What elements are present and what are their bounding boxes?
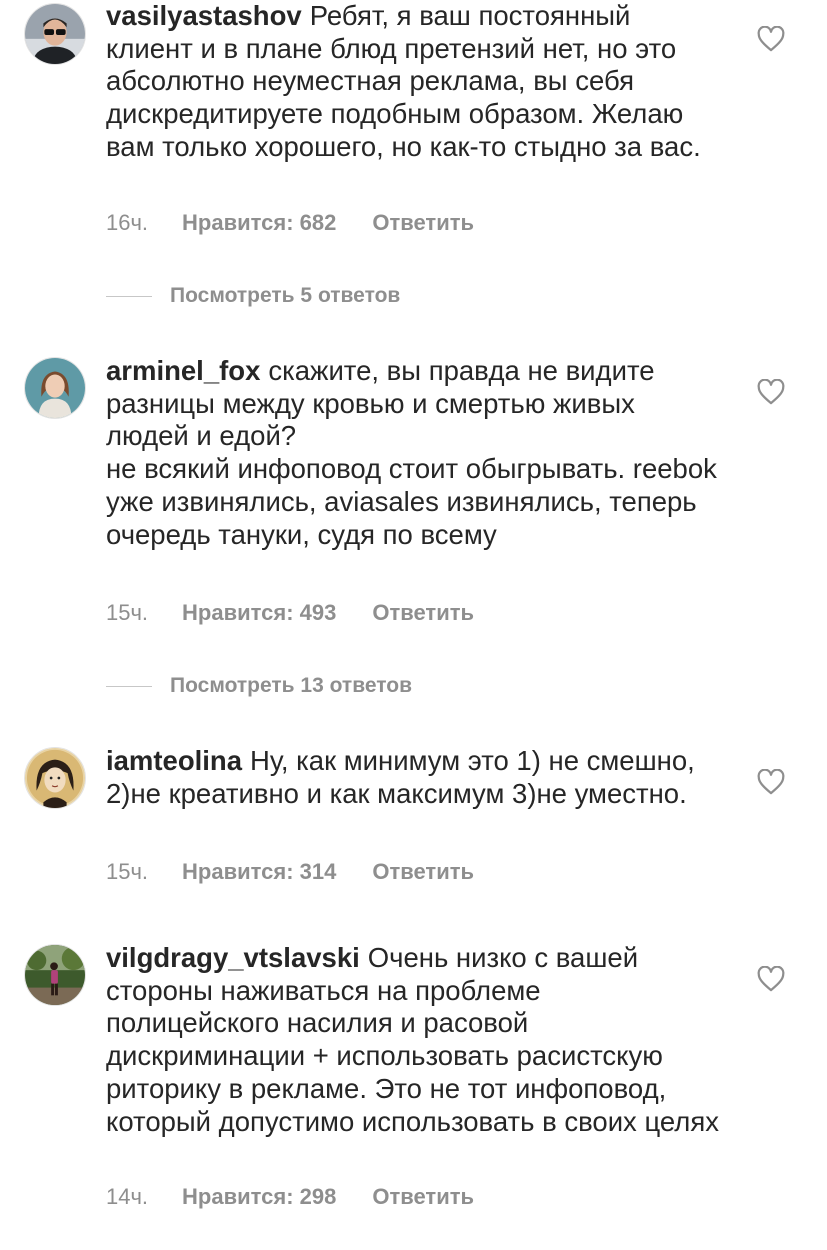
view-replies-label: Посмотреть 13 ответов [170, 674, 412, 697]
comment-likes[interactable]: Нравится: 682 [182, 210, 336, 236]
comment-time: 15ч. [106, 600, 149, 625]
view-replies-button[interactable]: Посмотреть 5 ответов [106, 284, 400, 308]
comment-body-paragraph: не всякий инфоповод стоит обыгрывать. re… [106, 453, 717, 550]
reply-button[interactable]: Ответить [372, 859, 474, 885]
comment-meta: 15ч. Нравится: 493 Ответить [106, 600, 474, 626]
outdoor-photo-avatar-icon [25, 945, 85, 1005]
comment-time: 14ч. [106, 1184, 149, 1209]
like-heart-icon[interactable] [757, 26, 785, 52]
comment-meta: 16ч. Нравится: 682 Ответить [106, 210, 474, 236]
like-heart-icon[interactable] [757, 379, 785, 405]
view-replies-button[interactable]: Посмотреть 13 ответов [106, 674, 412, 698]
reply-button[interactable]: Ответить [372, 1184, 474, 1210]
comment-text: vilgdragy_vtslavski Очень низко с вашей с… [106, 942, 721, 1138]
like-heart-icon[interactable] [757, 769, 785, 795]
comment-username[interactable]: vilgdragy_vtslavski [106, 942, 360, 973]
comment-meta: 14ч. Нравится: 298 Ответить [106, 1184, 474, 1210]
comment-likes[interactable]: Нравится: 298 [182, 1184, 336, 1210]
comment-meta: 15ч. Нравится: 314 Ответить [106, 859, 474, 885]
reply-button[interactable]: Ответить [372, 600, 474, 626]
avatar[interactable] [24, 357, 86, 419]
comment-time: 16ч. [106, 210, 149, 235]
comment-time: 15ч. [106, 859, 149, 884]
comment-text: iamteolina Ну, как минимум это 1) не смеш… [106, 745, 721, 810]
comment-username[interactable]: vasilyastashov [106, 0, 302, 31]
man-sunglasses-avatar-icon [25, 4, 85, 64]
comment-likes[interactable]: Нравится: 493 [182, 600, 336, 626]
divider-line [106, 685, 152, 687]
comment-likes[interactable]: Нравится: 314 [182, 859, 336, 885]
reply-button[interactable]: Ответить [372, 210, 474, 236]
woman-portrait-avatar-icon [25, 358, 85, 418]
drawn-portrait-avatar-icon [25, 748, 85, 808]
view-replies-label: Посмотреть 5 ответов [170, 284, 401, 307]
avatar[interactable] [24, 747, 86, 809]
like-heart-icon[interactable] [757, 966, 785, 992]
comment-text: arminel_fox скажите, вы правда не видите … [106, 355, 721, 551]
comment-username[interactable]: arminel_fox [106, 355, 260, 386]
comment-text: vasilyastashov Ребят, я ваш постоянный кл… [106, 0, 721, 164]
divider-line [106, 295, 152, 297]
avatar[interactable] [24, 944, 86, 1006]
avatar[interactable] [24, 3, 86, 65]
comment-username[interactable]: iamteolina [106, 745, 242, 776]
